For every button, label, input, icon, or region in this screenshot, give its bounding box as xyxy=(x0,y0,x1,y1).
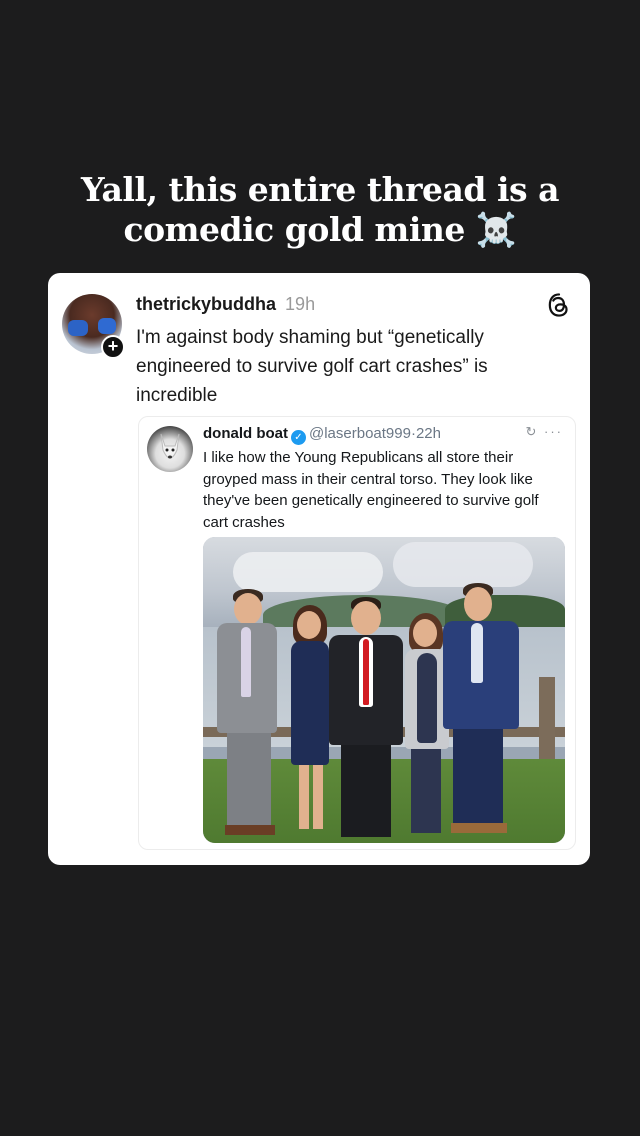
tweet-time: 22h xyxy=(415,425,441,442)
tweet-author-name[interactable]: donald boat xyxy=(203,425,288,442)
follow-plus-icon[interactable]: + xyxy=(101,335,125,359)
tweet-author-avatar[interactable] xyxy=(147,426,193,472)
threads-post-card[interactable]: + thetrickybuddha 19h I'm against body s… xyxy=(48,273,590,865)
caption-line-1: Yall, this entire thread is a xyxy=(81,170,559,209)
tweet-handle[interactable]: @laserboat999 xyxy=(309,425,411,442)
tweet-photo[interactable] xyxy=(203,537,565,843)
tweet-header: donald boat ✓ @laserboat999·22h xyxy=(203,425,441,445)
caption-line-2: comedic gold mine ☠️ xyxy=(123,210,517,249)
photo-person xyxy=(321,597,411,843)
avatar-glove-left xyxy=(68,320,88,336)
tweet-text: I like how the Young Republicans all sto… xyxy=(203,449,539,531)
post-header: thetrickybuddha 19h xyxy=(136,293,315,315)
dog-avatar-icon xyxy=(160,433,180,459)
threads-logo-icon xyxy=(548,293,568,317)
photo-person xyxy=(211,589,281,839)
post-time: 19h xyxy=(285,294,316,314)
embedded-tweet[interactable]: donald boat ✓ @laserboat999·22h ↻ ··· I li… xyxy=(138,416,576,850)
photo-person xyxy=(439,583,523,839)
post-text: I'm against body shaming but “geneticall… xyxy=(136,327,488,406)
avatar-glove-right xyxy=(98,318,116,334)
post-username[interactable]: thetrickybuddha xyxy=(136,294,276,314)
verified-badge-icon: ✓ xyxy=(291,430,306,445)
tweet-more-icon[interactable]: ↻ ··· xyxy=(526,424,564,440)
story-caption: Yall, this entire thread is a comedic go… xyxy=(0,170,640,250)
